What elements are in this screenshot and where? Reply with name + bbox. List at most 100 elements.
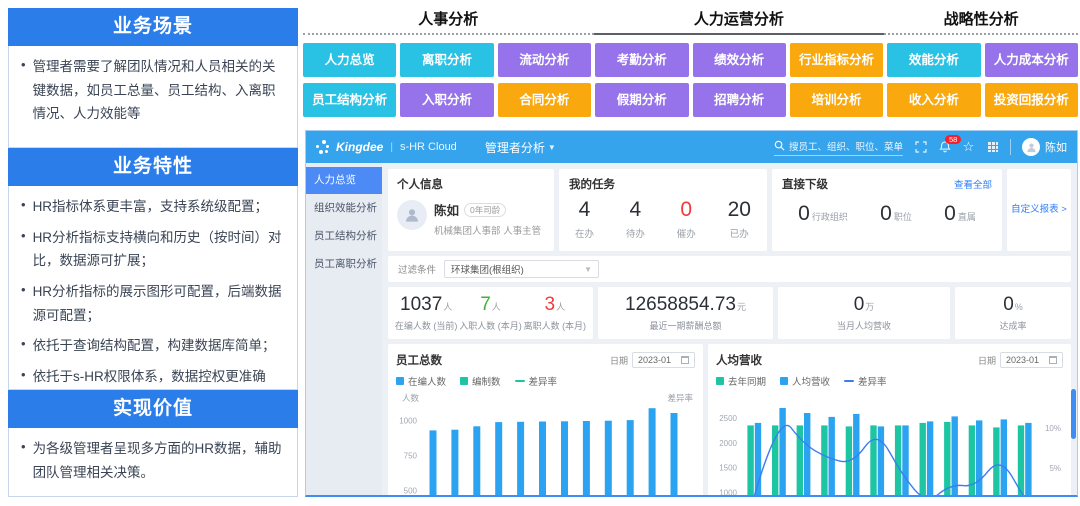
bullet-item: •管理者需要了解团队情况和人员相关的关键数据，如员工总量、员工结构、入离职情况、… (17, 55, 289, 126)
analysis-button-考勤分析[interactable]: 考勤分析 (595, 43, 688, 77)
bullet-text: HR分析指标支持横向和历史（按时间）对比，数据源可扩展； (33, 226, 289, 273)
stat-unit: % (1015, 302, 1023, 312)
analysis-button-人力总览[interactable]: 人力总览 (303, 43, 396, 77)
shr-dashboard-window: Kingdee | s-HR Cloud 管理者分析 ▼ 搜员工、组织、职位、菜… (305, 130, 1078, 497)
sidebar-item-组织效能分析[interactable]: 组织效能分析 (306, 195, 382, 222)
global-search-input[interactable]: 搜员工、组织、职位、菜单 (774, 139, 903, 156)
analysis-button-招聘分析[interactable]: 招聘分析 (693, 83, 786, 117)
task-count: 0 (677, 198, 696, 222)
svg-text:2500: 2500 (719, 414, 737, 423)
nav-manager-analysis[interactable]: 管理者分析 ▼ (485, 139, 556, 156)
svg-text:1000: 1000 (399, 417, 417, 426)
bullet-icon: • (21, 197, 26, 219)
bullet-icon: • (21, 228, 26, 273)
analysis-button-行业指标分析[interactable]: 行业指标分析 (790, 43, 883, 77)
date-picker[interactable]: 2023-01 (1000, 352, 1063, 368)
legend-label: 差异率 (858, 374, 887, 388)
analysis-buttons: 人力总览离职分析流动分析考勤分析绩效分析行业指标分析效能分析人力成本分析员工结构… (303, 43, 1078, 117)
brand-separator: | (390, 142, 393, 153)
analysis-button-入职分析[interactable]: 入职分析 (400, 83, 493, 117)
bullet-icon: • (21, 336, 26, 358)
group-title: 人事分析 (303, 8, 594, 33)
topbar-actions: 搜员工、组织、职位、菜单 58 ☆ 陈如 (774, 138, 1067, 156)
legend-swatch (396, 377, 404, 385)
bullet-text: 依托于查询结构配置，构建数据库简单； (33, 334, 276, 358)
sidebar-item-员工离职分析[interactable]: 员工离职分析 (306, 251, 382, 278)
analysis-button-绩效分析[interactable]: 绩效分析 (693, 43, 786, 77)
analysis-button-员工结构分析[interactable]: 员工结构分析 (303, 83, 396, 117)
analysis-group-headers: 人事分析 人力运营分析 战略性分析 (303, 8, 1078, 35)
vertical-scrollbar[interactable] (1071, 389, 1076, 439)
task-label: 在办 (575, 226, 594, 240)
user-menu[interactable]: 陈如 (1022, 138, 1067, 156)
stat-value: 3 (545, 294, 556, 315)
payroll-stat-card: 12658854.73元 最近一期薪酬总额 (598, 287, 773, 339)
headcount-stats-card: 1037人在编人数 (当前)7人入职人数 (本月)3人离职人数 (本月) (388, 287, 593, 339)
legend-item-编制数[interactable]: 编制数 (460, 374, 501, 388)
subordinate-count: 0 (798, 202, 810, 225)
kingdee-logo-icon (316, 140, 331, 155)
stat-unit: 人 (492, 302, 501, 312)
screen: 业务场景 •管理者需要了解团队情况和人员相关的关键数据，如员工总量、员工结构、入… (0, 0, 1080, 506)
analysis-button-合同分析[interactable]: 合同分析 (498, 83, 591, 117)
svg-text:500: 500 (404, 486, 418, 495)
dashboard-topbar: Kingdee | s-HR Cloud 管理者分析 ▼ 搜员工、组织、职位、菜… (306, 131, 1077, 163)
bullet-item: •HR分析指标支持横向和历史（按时间）对比，数据源可扩展； (17, 226, 289, 273)
subordinate-stat: 0行政组织 (798, 202, 848, 226)
calendar-icon (681, 356, 689, 364)
scan-icon[interactable] (914, 141, 927, 154)
analysis-button-投资回报分析[interactable]: 投资回报分析 (985, 83, 1078, 117)
subordinate-stat: 0职位 (880, 202, 912, 226)
apps-grid-icon[interactable] (986, 141, 999, 154)
stat-value-line: 1037人 (395, 294, 458, 316)
analysis-button-人力成本分析[interactable]: 人力成本分析 (985, 43, 1078, 77)
chart-legend: 在编人数编制数 差异率 (396, 374, 695, 388)
headcount-bar-chart: 人数 差异率 1000750500 (396, 392, 695, 496)
date-picker[interactable]: 2023-01 (632, 352, 695, 368)
card-title: 个人信息 (397, 176, 545, 192)
analysis-button-流动分析[interactable]: 流动分析 (498, 43, 591, 77)
notifications-bell-icon[interactable]: 58 (938, 141, 951, 154)
bullet-text: 管理者需要了解团队情况和人员相关的关键数据，如员工总量、员工结构、入离职情况、人… (33, 55, 289, 126)
analysis-button-培训分析[interactable]: 培训分析 (790, 83, 883, 117)
stat-label: 达成率 (999, 319, 1026, 332)
svg-text:10%: 10% (1045, 424, 1061, 433)
svg-text:1500: 1500 (719, 464, 737, 473)
legend-label: 差异率 (529, 374, 558, 388)
stat-value: 12658854.73 (625, 294, 736, 315)
legend-swatch (780, 377, 788, 385)
group-hr-analysis: 人事分析 (303, 8, 594, 35)
legend-item-人均营收[interactable]: 人均营收 (780, 374, 830, 388)
stat-unit: 元 (737, 302, 746, 312)
analysis-grid: 人事分析 人力运营分析 战略性分析 人力总览离职分析流动分析考勤分析绩效分析行业… (303, 8, 1078, 117)
legend-item-去年同期[interactable]: 去年同期 (716, 374, 766, 388)
user-name: 陈如 (1045, 139, 1067, 155)
sidebar-item-员工结构分析[interactable]: 员工结构分析 (306, 223, 382, 250)
stat-label: 入职人数 (本月) (459, 319, 522, 332)
org-filter-select[interactable]: 环球集团(根组织) ▼ (444, 260, 599, 278)
bullet-item: •HR分析指标的展示图形可配置，后端数据源可配置； (17, 280, 289, 327)
legend-swatch (716, 377, 724, 385)
revenue-chart-card: 人均营收 日期 2023-01 去年同期人均营收差异率 250020001500… (708, 344, 1071, 496)
task-stat: 0催办 (677, 198, 696, 240)
sidebar-item-人力总览[interactable]: 人力总览 (306, 167, 382, 194)
analysis-button-离职分析[interactable]: 离职分析 (400, 43, 493, 77)
custom-report-link[interactable]: 自定义报表 > (1011, 203, 1067, 217)
favorites-star-icon[interactable]: ☆ (962, 141, 975, 154)
legend-item-差异率[interactable]: 差异率 (515, 374, 558, 388)
subordinate-label: 职位 (894, 212, 912, 222)
svg-text:2000: 2000 (719, 439, 737, 448)
svg-text:750: 750 (404, 451, 418, 460)
analysis-button-效能分析[interactable]: 效能分析 (887, 43, 980, 77)
view-all-link[interactable]: 查看全部 (954, 177, 992, 191)
analysis-button-假期分析[interactable]: 假期分析 (595, 83, 688, 117)
legend-item-在编人数[interactable]: 在编人数 (396, 374, 446, 388)
analysis-button-收入分析[interactable]: 收入分析 (887, 83, 980, 117)
legend-swatch (460, 377, 468, 385)
legend-swatch (515, 380, 525, 382)
date-label: 日期 (978, 354, 996, 367)
charts-row: 员工总数 日期 2023-01 在编人数编制数差异率 人数 (388, 344, 1071, 496)
stat-value: 1037 (400, 294, 442, 315)
legend-item-差异率[interactable]: 差异率 (844, 374, 887, 388)
stat-value: 0 (1003, 294, 1014, 315)
